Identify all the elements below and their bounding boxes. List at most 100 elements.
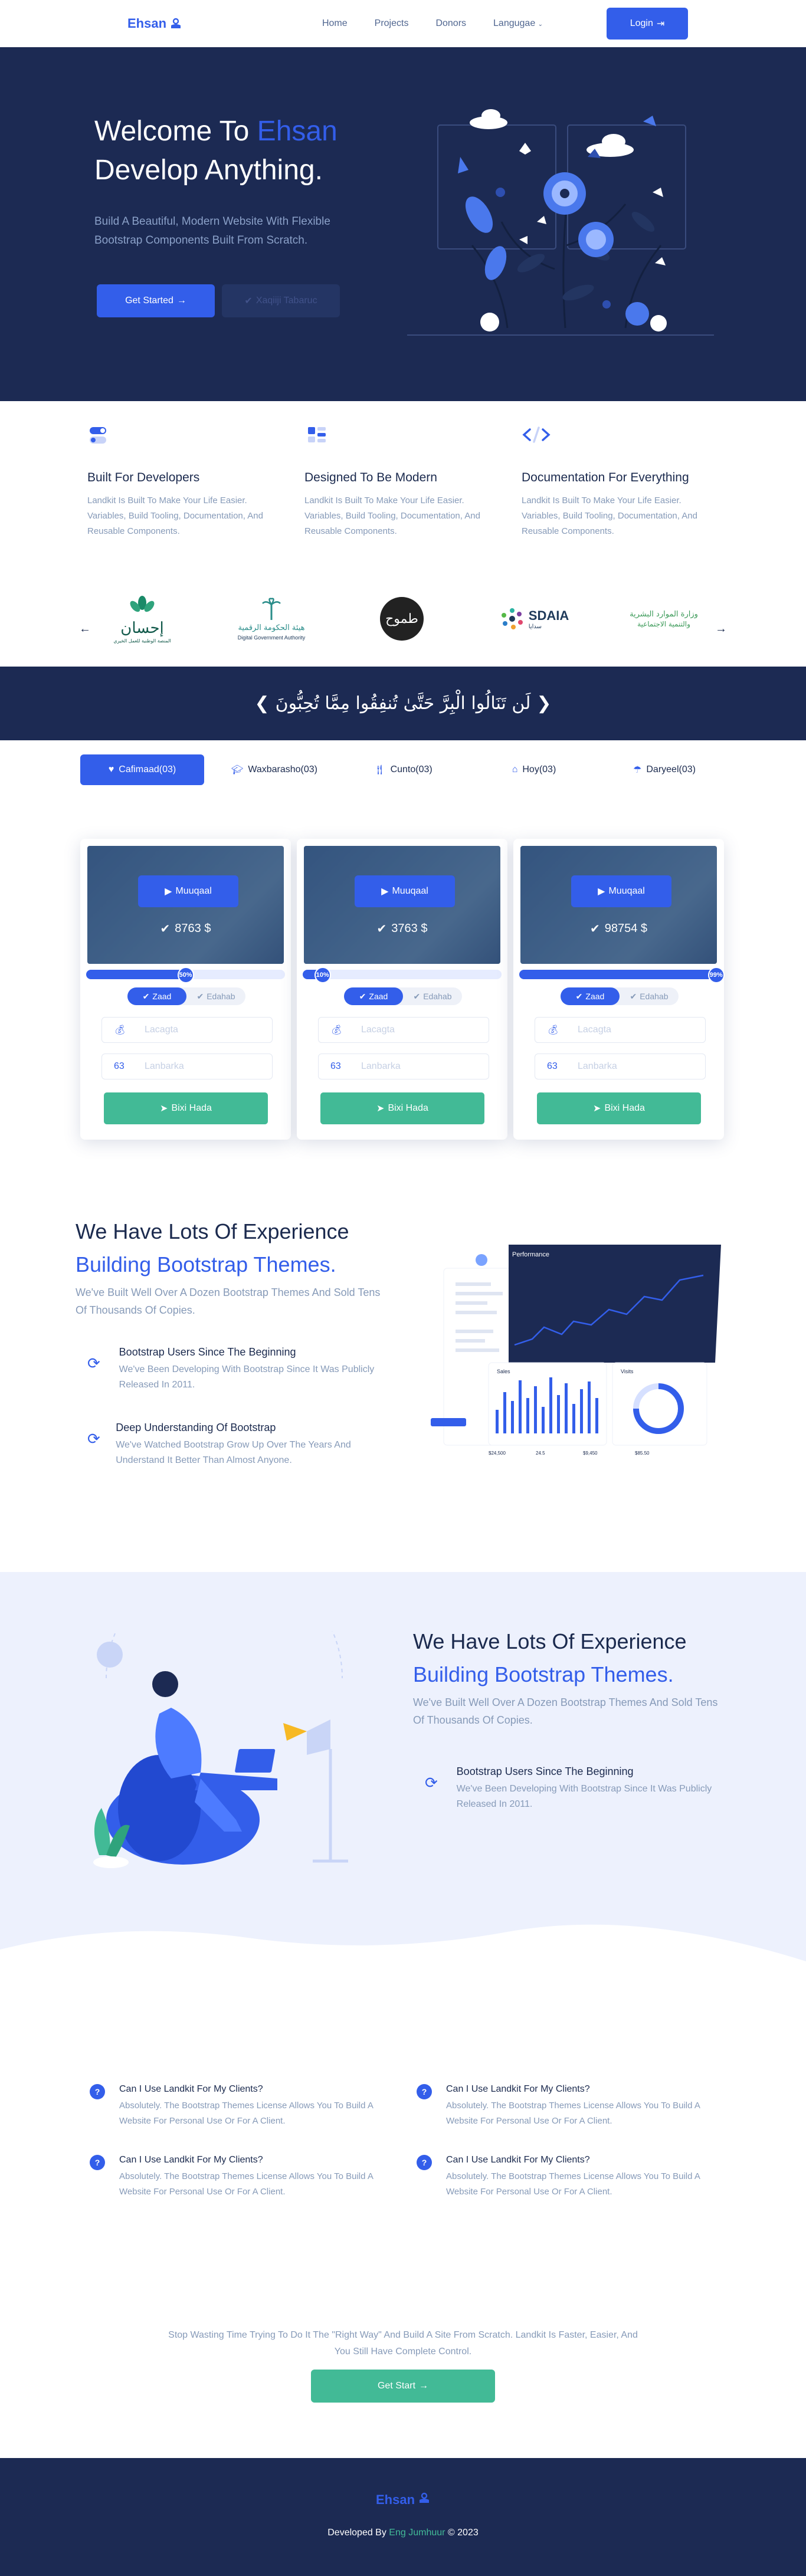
faq-answer: Absolutely. The Bootstrap Themes License… (119, 2101, 373, 2126)
get-start-button[interactable]: Get Start → (311, 2370, 495, 2403)
payment-option-edahab[interactable]: ✔ Edahab (186, 987, 245, 1005)
funding-progress: 50% (86, 967, 285, 983)
payment-option-zaad[interactable]: ✔ Zaad (127, 987, 186, 1005)
project-image: ▶ Muuqaal ✔ 8763 $ (87, 846, 284, 964)
check-circle-icon: ✔ (196, 991, 204, 1001)
carousel-next-button[interactable]: → (710, 618, 732, 639)
watch-video-button[interactable]: ▶ Muuqaal (138, 875, 238, 907)
ehsan-leaf-icon (130, 595, 155, 612)
payment-option-label: Edahab (207, 992, 235, 1001)
payment-option-edahab[interactable]: ✔ Edahab (620, 987, 679, 1005)
features-section: Built For Developers Landkit Is Built To… (0, 401, 806, 566)
partners-carousel: ← إحسان المنصة الوطنية للعمل الخيري هيئة… (0, 566, 806, 667)
main-menu: Home Projects Donors Langugae ⌄ (322, 18, 543, 29)
category-tabs: ♥ Cafimaad(03) 🎓︎ Waxbarasho(03) 🍴︎ Cunto(0… (0, 740, 806, 796)
dashboard-screenshot: Performance Sales Visits $24,500 24.5 $9… (431, 1245, 721, 1456)
projects-cards: ▶ Muuqaal ✔ 8763 $50% ✔ Zaad ✔ Edahab 💰︎ Lacagta 6… (0, 796, 806, 1192)
experience-alt-title: We Have Lots Of Experience Building Boots… (413, 1625, 687, 1691)
project-card: ▶ Muuqaal ✔ 8763 $50% ✔ Zaad ✔ Edahab 💰︎ Lacagta 6… (80, 839, 291, 1140)
donate-now-label: Bixi Hada (388, 1103, 428, 1113)
brand-logo[interactable]: Ehsan (127, 16, 182, 31)
experience-title-main: We Have Lots Of Experience (76, 1219, 349, 1243)
ehsan-logo-sub: المنصة الوطنية للعمل الخيري (113, 638, 171, 644)
toggle-icon (87, 425, 282, 445)
nav-projects[interactable]: Projects (375, 18, 409, 29)
phone-prefix: 63 (330, 1061, 341, 1071)
donate-now-button[interactable]: ➤ Bixi Hada (104, 1092, 268, 1124)
tab-label: Cafimaad(03) (119, 764, 176, 775)
tab-shelter[interactable]: ⌂ Hoy(03) (502, 754, 566, 785)
phone-field[interactable]: 63 Lanbarka (535, 1054, 706, 1079)
payment-method-toggle: ✔ Zaad ✔ Edahab (561, 987, 679, 1005)
copyright-year: © 2023 (445, 2528, 479, 2538)
cta-section: Stop Wasting Time Trying To Do It The "R… (0, 2298, 806, 2458)
amount-field[interactable]: 💰︎ Lacagta (318, 1017, 489, 1043)
amount-field[interactable]: 💰︎ Lacagta (101, 1017, 273, 1043)
tab-education[interactable]: 🎓︎ Waxbarasho(03) (224, 754, 325, 785)
point-title: Deep Understanding Of Bootstrap (116, 1422, 276, 1433)
progress-fill (86, 970, 186, 979)
amount-value: 3763 $ (391, 922, 428, 935)
payment-option-edahab[interactable]: ✔ Edahab (403, 987, 462, 1005)
carousel-prev-button[interactable]: ← (74, 618, 96, 639)
donate-now-button[interactable]: ➤ Bixi Hada (537, 1092, 701, 1124)
feature-text: Landkit Is Built To Make Your Life Easie… (522, 495, 697, 536)
tab-health[interactable]: ♥ Cafimaad(03) (80, 754, 204, 785)
faq-item: ? Can I Use Landkit For My Clients? Absolu… (417, 2155, 712, 2200)
check-circle-icon: ✔ (244, 296, 253, 306)
watch-video-button[interactable]: ▶ Muuqaal (355, 875, 455, 907)
dashboard-bar (496, 1410, 499, 1433)
brand-name: Ehsan (127, 16, 167, 31)
check-circle-icon: ✔ (376, 923, 387, 936)
tab-food[interactable]: 🍴︎ Cunto(03) (371, 754, 435, 785)
dashboard-heading: Performance (512, 1251, 549, 1258)
play-icon: ▶ (165, 887, 172, 897)
experience-section: We Have Lots Of Experience Building Boots… (0, 1192, 806, 1572)
phone-field[interactable]: 63 Lanbarka (318, 1054, 489, 1079)
tab-care[interactable]: ☂ Daryeel(03) (623, 754, 706, 785)
tab-label: Hoy(03) (522, 764, 556, 775)
phone-prefix: 63 (114, 1061, 124, 1071)
faq-section: ? Can I Use Landkit For My Clients? Absolu… (0, 2044, 806, 2298)
author-link[interactable]: Eng Jumhuur (389, 2528, 445, 2538)
login-button[interactable]: Login ⇥ (607, 8, 688, 40)
payment-option-label: Zaad (152, 992, 172, 1001)
payment-option-zaad[interactable]: ✔ Zaad (561, 987, 620, 1005)
dga-logo-sub: Digital Government Authority (237, 634, 306, 641)
dashboard-bar (595, 1398, 598, 1433)
check-circle-icon: ✔ (160, 923, 171, 936)
dashboard-bar (572, 1404, 575, 1433)
donate-now-button[interactable]: ➤ Bixi Hada (320, 1092, 484, 1124)
verify-donation-button[interactable]: ✔ Xaqiiji Tabaruc (222, 284, 340, 317)
payment-option-zaad[interactable]: ✔ Zaad (344, 987, 403, 1005)
tab-label: Daryeel(03) (646, 764, 696, 775)
sdaia-logo-text: SDAIA (528, 608, 569, 623)
progress-percent: 10% (314, 967, 331, 983)
amount-field[interactable]: 💰︎ Lacagta (535, 1017, 706, 1043)
question-icon: ? (90, 2155, 105, 2170)
amount-placeholder: Lacagta (361, 1025, 395, 1035)
hero-title: Welcome To Ehsan Develop Anything. (94, 112, 338, 190)
faq-question: Can I Use Landkit For My Clients? (119, 2155, 263, 2165)
nav-donors[interactable]: Donors (435, 18, 466, 29)
dga-palm-icon (262, 597, 281, 620)
footer-brand[interactable]: Ehsan (0, 2492, 806, 2508)
graduation-cap-icon: 🎓︎ (231, 765, 244, 775)
login-label: Login (630, 18, 653, 28)
experience-section-alt: We Have Lots Of Experience Building Boots… (0, 1572, 806, 2044)
arrow-right-icon: → (419, 2381, 429, 2391)
arrow-right-icon: → (715, 622, 727, 635)
watch-video-button[interactable]: ▶ Muuqaal (571, 875, 671, 907)
progress-fill (519, 970, 716, 979)
phone-field[interactable]: 63 Lanbarka (101, 1054, 273, 1079)
check-circle-icon: ✔ (413, 991, 421, 1001)
verse-text: لَن تَنَالُوا الْبِرَّ حَتَّىٰ تُنفِقُوا… (275, 693, 531, 714)
project-image: ▶ Muuqaal ✔ 98754 $ (520, 846, 717, 964)
language-dropdown[interactable]: Langugae ⌄ (493, 18, 543, 29)
nav-home[interactable]: Home (322, 18, 348, 29)
project-card: ▶ Muuqaal ✔ 3763 $ 10% ✔ Zaad ✔ Edahab 💰︎ Lacagta 6… (297, 839, 507, 1140)
layout-icon (304, 425, 499, 445)
dashboard-bar (580, 1389, 583, 1433)
get-started-button[interactable]: Get Started → (97, 284, 215, 317)
amount-value: 98754 $ (604, 922, 648, 935)
